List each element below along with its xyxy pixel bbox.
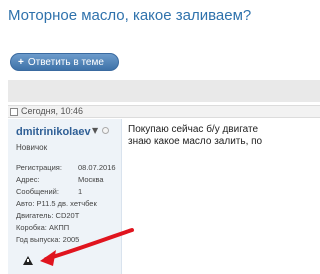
reply-button[interactable]: + Ответить в теме	[10, 53, 119, 71]
user-detail-car: Авто: P11.5 дв. хетчбек	[16, 199, 97, 208]
post-header: Сегодня, 10:46	[8, 105, 320, 118]
stat-posts: Сообщений: 1	[16, 187, 83, 196]
warning-icon[interactable]	[23, 256, 33, 265]
toolbar-bar	[8, 80, 320, 102]
post-message: Покупаю сейчас б/у двигате знаю какое ма…	[128, 124, 262, 148]
user-rank: Новичок	[16, 143, 48, 152]
plus-icon: +	[18, 56, 24, 68]
thread-title: Моторное масло, какое заливаем?	[8, 7, 252, 24]
stat-address: Адрес: Москва	[16, 175, 104, 184]
chevron-down-icon[interactable]: ▼	[92, 126, 98, 135]
stat-registration: Регистрация: 08.07.2016	[16, 163, 116, 172]
post-select-checkbox[interactable]	[10, 108, 18, 116]
post-date: Сегодня, 10:46	[21, 106, 84, 116]
user-detail-engine: Двигатель: CD20T	[16, 211, 80, 220]
red-arrow-annotation	[40, 228, 134, 266]
post-message-line: Покупаю сейчас б/у двигате	[128, 124, 259, 135]
offline-status-icon	[102, 127, 109, 134]
username-link[interactable]: dmitrinikolaev	[16, 126, 91, 138]
reply-button-label: Ответить в теме	[27, 56, 104, 68]
post-message-line: знаю какое масло залить, по	[128, 136, 263, 147]
